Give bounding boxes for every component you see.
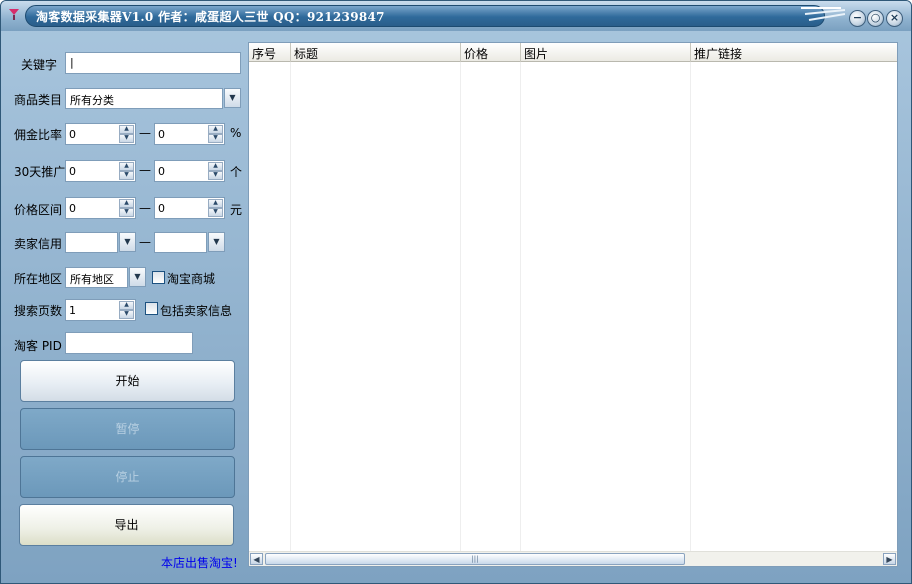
app-window: 淘客数据采集器V1.0 作者：咸蛋超人三世 QQ：921239847 − ○ ×… — [0, 0, 912, 584]
maximize-button[interactable]: ○ — [867, 10, 884, 27]
scroll-left-icon[interactable]: ◀ — [250, 553, 263, 565]
column-header-promo-link[interactable]: 推广链接 — [691, 43, 897, 62]
column-header-price[interactable]: 价格 — [461, 43, 521, 62]
column-header-title[interactable]: 标题 — [291, 43, 461, 62]
price-min-value: 0 — [69, 202, 76, 215]
scroll-right-icon[interactable]: ▶ — [883, 553, 896, 565]
range-dash: — — [139, 201, 151, 215]
spin-down-icon[interactable]: ▼ — [208, 134, 223, 143]
category-select[interactable]: 所有分类 — [65, 88, 223, 109]
promo30-min-value: 0 — [69, 165, 76, 178]
scroll-thumb[interactable]: ||| — [265, 553, 685, 565]
seller-info-checkbox[interactable] — [145, 302, 158, 315]
spin-down-icon[interactable]: ▼ — [119, 310, 134, 319]
column-divider — [460, 62, 461, 551]
pause-button[interactable]: 暂停 — [20, 408, 235, 450]
spin-up-icon[interactable]: ▲ — [208, 199, 223, 208]
price-max-value: 0 — [158, 202, 165, 215]
price-min-stepper[interactable]: 0 ▲ ▼ — [65, 197, 136, 219]
pages-value: 1 — [69, 304, 76, 317]
range-dash: — — [139, 163, 151, 177]
price-unit: 元 — [230, 203, 243, 217]
spin-down-icon[interactable]: ▼ — [119, 171, 134, 180]
column-divider — [290, 62, 291, 551]
promo30-label: 30天推广 — [14, 165, 66, 179]
range-dash: — — [139, 126, 151, 140]
app-logo-icon — [9, 9, 19, 20]
price-label: 价格区间 — [14, 203, 63, 217]
close-button[interactable]: × — [886, 10, 903, 27]
tmall-label: 淘宝商城 — [167, 272, 216, 286]
category-label: 商品类目 — [14, 93, 63, 107]
region-select[interactable]: 所有地区 — [65, 267, 128, 288]
promo30-max-value: 0 — [158, 165, 165, 178]
title-decoration — [801, 7, 845, 21]
commission-min-stepper[interactable]: 0 ▲ ▼ — [65, 123, 136, 145]
spin-up-icon[interactable]: ▲ — [208, 125, 223, 134]
spin-down-icon[interactable]: ▼ — [208, 208, 223, 217]
results-table[interactable]: 序号 标题 价格 图片 推广链接 ◀ ||| ▶ — [248, 42, 898, 567]
pages-label: 搜索页数 — [14, 304, 63, 318]
seller-info-label: 包括卖家信息 — [160, 304, 233, 318]
pages-stepper[interactable]: 1 ▲ ▼ — [65, 299, 136, 321]
promo30-unit: 个 — [230, 165, 243, 179]
spin-up-icon[interactable]: ▲ — [119, 125, 134, 134]
price-max-stepper[interactable]: 0 ▲ ▼ — [154, 197, 225, 219]
seller-credit-max-select[interactable] — [154, 232, 207, 253]
commission-min-value: 0 — [69, 128, 76, 141]
horizontal-scrollbar[interactable]: ◀ ||| ▶ — [249, 551, 897, 566]
range-dash: — — [139, 235, 151, 249]
region-label: 所在地区 — [14, 272, 63, 286]
commission-max-stepper[interactable]: 0 ▲ ▼ — [154, 123, 225, 145]
column-divider — [520, 62, 521, 551]
shop-link[interactable]: 本店出售淘宝! — [161, 554, 238, 571]
promo30-max-stepper[interactable]: 0 ▲ ▼ — [154, 160, 225, 182]
region-dropdown-button[interactable]: ▼ — [129, 267, 146, 287]
seller-credit-label: 卖家信用 — [14, 237, 63, 251]
column-divider — [690, 62, 691, 551]
spin-up-icon[interactable]: ▲ — [119, 301, 134, 310]
spin-up-icon[interactable]: ▲ — [119, 162, 134, 171]
spin-down-icon[interactable]: ▼ — [119, 134, 134, 143]
minimize-button[interactable]: − — [849, 10, 866, 27]
start-button[interactable]: 开始 — [20, 360, 235, 402]
keyword-label: 关键字 — [21, 58, 58, 72]
keyword-input[interactable]: | — [65, 52, 241, 74]
commission-label: 佣金比率 — [14, 128, 63, 142]
spin-up-icon[interactable]: ▲ — [208, 162, 223, 171]
pid-input[interactable] — [65, 332, 193, 354]
window-title: 淘客数据采集器V1.0 作者：咸蛋超人三世 QQ：921239847 — [36, 10, 385, 24]
category-dropdown-button[interactable]: ▼ — [224, 88, 241, 108]
seller-credit-min-select[interactable] — [65, 232, 118, 253]
export-button[interactable]: 导出 — [19, 504, 234, 546]
seller-credit-max-dropdown[interactable]: ▼ — [208, 232, 225, 252]
table-header: 序号 标题 价格 图片 推广链接 — [249, 43, 897, 62]
seller-credit-min-dropdown[interactable]: ▼ — [119, 232, 136, 252]
spin-up-icon[interactable]: ▲ — [119, 199, 134, 208]
commission-unit: % — [230, 126, 242, 140]
spin-down-icon[interactable]: ▼ — [208, 171, 223, 180]
tmall-checkbox[interactable] — [152, 271, 165, 284]
column-header-image[interactable]: 图片 — [521, 43, 691, 62]
spin-down-icon[interactable]: ▼ — [119, 208, 134, 217]
commission-max-value: 0 — [158, 128, 165, 141]
stop-button[interactable]: 停止 — [20, 456, 235, 498]
title-bar[interactable]: 淘客数据采集器V1.0 作者：咸蛋超人三世 QQ：921239847 − ○ × — [1, 1, 911, 31]
pid-label: 淘客 PID — [14, 339, 62, 353]
column-header-index[interactable]: 序号 — [249, 43, 291, 62]
promo30-min-stepper[interactable]: 0 ▲ ▼ — [65, 160, 136, 182]
